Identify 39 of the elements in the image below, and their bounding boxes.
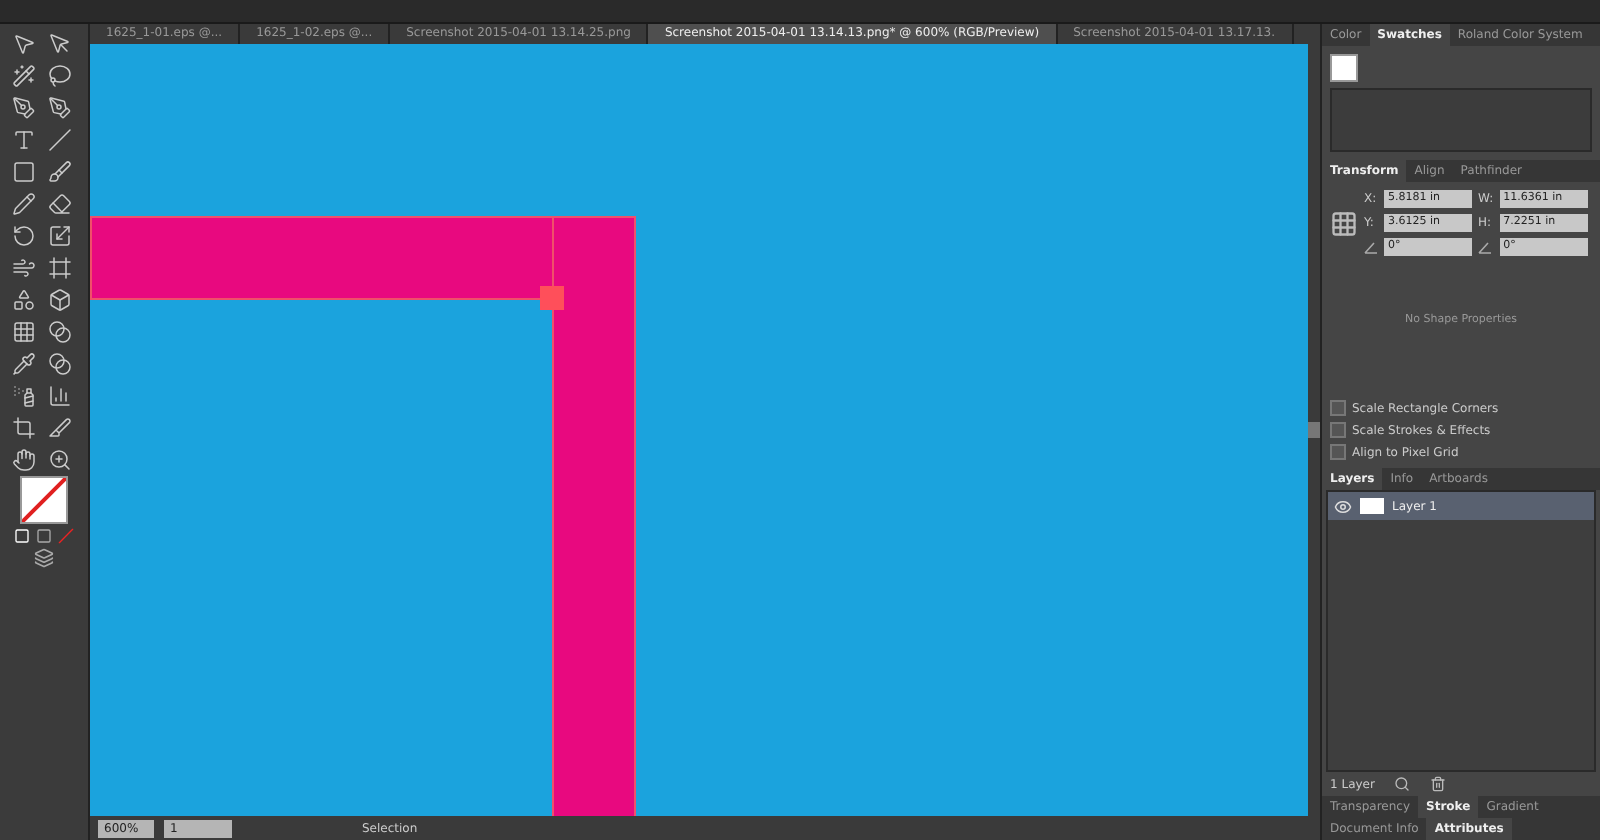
- slice-icon[interactable]: [48, 416, 72, 440]
- angle-icon: [1364, 241, 1378, 253]
- selection-arrow-icon[interactable]: [12, 32, 36, 56]
- checkbox[interactable]: [1330, 422, 1346, 438]
- zoom-icon[interactable]: [48, 448, 72, 472]
- eyedropper-icon[interactable]: [12, 352, 36, 376]
- magic-wand-icon[interactable]: [12, 64, 36, 88]
- pen-icon[interactable]: [12, 96, 36, 120]
- pencil-icon[interactable]: [12, 192, 36, 216]
- fill-stroke-swatch-icon[interactable]: [20, 476, 68, 524]
- swatch-icon[interactable]: [1330, 54, 1358, 82]
- type-icon[interactable]: [12, 128, 36, 152]
- brush-icon[interactable]: [48, 160, 72, 184]
- angle-icon: [1478, 241, 1492, 253]
- none-mode-icon[interactable]: [58, 528, 74, 544]
- line-icon[interactable]: [48, 128, 72, 152]
- trash-icon[interactable]: [1430, 776, 1447, 792]
- layer-thumbnail: [1360, 498, 1384, 514]
- mesh-icon[interactable]: [12, 320, 36, 344]
- hand-icon[interactable]: [12, 448, 36, 472]
- eraser-icon[interactable]: [48, 192, 72, 216]
- direct-selection-icon[interactable]: [48, 32, 72, 56]
- rotate-icon[interactable]: [12, 224, 36, 248]
- scroll-thumb[interactable]: [1308, 422, 1320, 438]
- blend-icon[interactable]: [48, 352, 72, 376]
- shape-builder-icon[interactable]: [12, 288, 36, 312]
- curvature-pen-icon[interactable]: [48, 96, 72, 120]
- eye-icon[interactable]: [1334, 497, 1352, 515]
- gradient-mode-icon[interactable]: [36, 528, 52, 544]
- reference-point-icon[interactable]: [1330, 209, 1358, 237]
- graph-icon[interactable]: [48, 384, 72, 408]
- checkbox[interactable]: [1330, 400, 1346, 416]
- perspective-icon[interactable]: [48, 288, 72, 312]
- lasso-icon[interactable]: [48, 64, 72, 88]
- search-icon[interactable]: [1394, 776, 1411, 792]
- rectangle-icon[interactable]: [12, 160, 36, 184]
- scale-icon[interactable]: [48, 224, 72, 248]
- color-mode-icon[interactable]: [14, 528, 30, 544]
- checkbox[interactable]: [1330, 444, 1346, 460]
